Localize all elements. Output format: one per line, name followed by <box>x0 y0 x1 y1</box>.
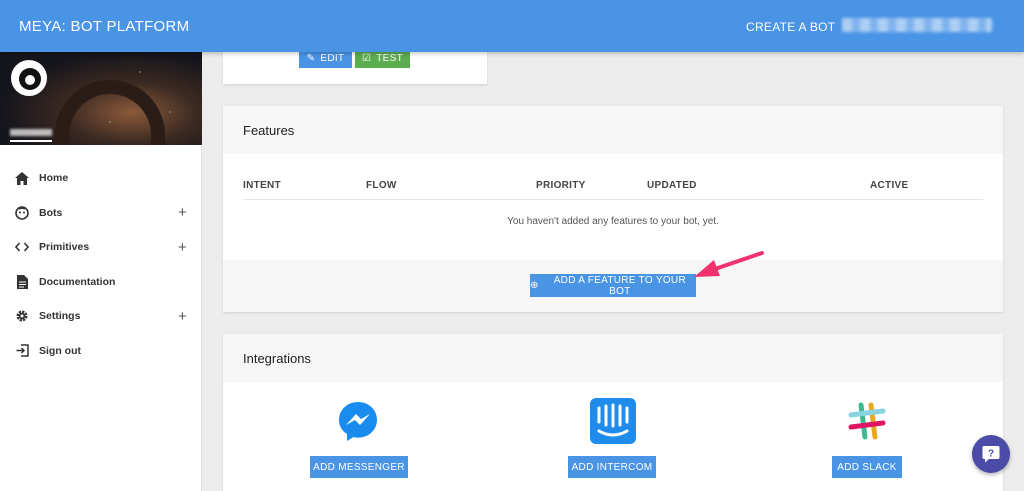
pointer-arrow-annotation <box>694 251 764 277</box>
top-app-bar: MEYA: BOT PLATFORM CREATE A BOT <box>0 0 1024 52</box>
column-header-priority[interactable]: PRIORITY <box>536 180 586 191</box>
pencil-icon: ✎ <box>306 52 316 64</box>
integrations-header: Integrations <box>223 334 1003 382</box>
expand-plus-icon[interactable]: + <box>178 204 187 221</box>
brand-title[interactable]: MEYA: BOT PLATFORM <box>19 18 189 35</box>
sidebar-item-bots[interactable]: Bots + <box>0 196 202 231</box>
profile-banner <box>0 52 202 145</box>
account-name-redacted[interactable] <box>842 18 992 32</box>
column-header-updated[interactable]: UPDATED <box>647 180 697 191</box>
bot-face-icon <box>14 205 30 221</box>
column-header-active[interactable]: ACTIVE <box>870 180 908 191</box>
table-header-divider <box>243 199 983 200</box>
messenger-icon <box>335 398 381 444</box>
features-footer: ⊕ ADD A FEATURE TO YOUR BOT <box>223 260 1003 312</box>
sidebar-item-documentation[interactable]: Documentation <box>0 265 202 300</box>
integrations-card: Integrations ADD MESSENGER ADD INTERCOM … <box>223 334 1003 491</box>
user-name-redacted <box>10 129 52 136</box>
slack-icon <box>844 398 890 444</box>
avatar[interactable] <box>11 60 47 96</box>
sidebar: Home Bots + Primitives + Documentation S… <box>0 52 202 491</box>
test-label: TEST <box>376 52 404 64</box>
features-header: Features <box>223 106 1003 154</box>
sidebar-item-label: Home <box>39 172 69 185</box>
sidebar-item-sign-out[interactable]: Sign out <box>0 334 202 369</box>
sidebar-item-label: Bots <box>39 206 63 219</box>
add-messenger-button[interactable]: ADD MESSENGER <box>310 456 408 478</box>
add-slack-button[interactable]: ADD SLACK <box>832 456 902 478</box>
sidebar-item-label: Primitives <box>39 241 90 254</box>
gear-icon <box>14 308 30 324</box>
messenger-integration <box>278 398 438 444</box>
add-intercom-button[interactable]: ADD INTERCOM <box>568 456 656 478</box>
expand-plus-icon[interactable]: + <box>178 308 187 325</box>
sidebar-item-home[interactable]: Home <box>0 161 202 196</box>
user-name-underline <box>10 140 52 142</box>
edit-label: EDIT <box>320 52 345 64</box>
create-bot-link[interactable]: CREATE A BOT <box>746 20 835 34</box>
help-chat-button[interactable]: ? <box>972 435 1010 473</box>
add-feature-button[interactable]: ⊕ ADD A FEATURE TO YOUR BOT <box>530 274 696 297</box>
add-feature-label: ADD A FEATURE TO YOUR BOT <box>553 274 686 297</box>
code-icon <box>14 239 30 255</box>
sidebar-item-label: Documentation <box>39 275 116 288</box>
empty-features-message: You haven't added any features to your b… <box>507 216 719 227</box>
sign-out-icon <box>14 343 30 359</box>
intercom-integration <box>533 398 693 444</box>
slack-integration <box>787 398 947 444</box>
plus-circle-icon: ⊕ <box>530 280 539 291</box>
checkbox-icon: ☑ <box>361 52 372 64</box>
intercom-icon <box>590 398 636 444</box>
sidebar-item-label: Settings <box>39 310 81 323</box>
svg-text:?: ? <box>988 449 994 460</box>
sidebar-item-label: Sign out <box>39 344 81 357</box>
column-header-intent[interactable]: INTENT <box>243 180 281 191</box>
sidebar-item-primitives[interactable]: Primitives + <box>0 230 202 265</box>
help-question-icon: ? <box>982 446 1000 463</box>
expand-plus-icon[interactable]: + <box>178 239 187 256</box>
home-icon <box>14 170 30 186</box>
integrations-title: Integrations <box>243 351 311 366</box>
features-card: Features INTENT FLOW PRIORITY UPDATED AC… <box>223 106 1003 312</box>
features-title: Features <box>243 123 295 138</box>
sidebar-item-settings[interactable]: Settings + <box>0 299 202 334</box>
document-icon <box>14 274 30 290</box>
avatar-face <box>19 68 41 90</box>
sidebar-nav: Home Bots + Primitives + Documentation S… <box>0 161 202 368</box>
column-header-flow[interactable]: FLOW <box>366 180 397 191</box>
